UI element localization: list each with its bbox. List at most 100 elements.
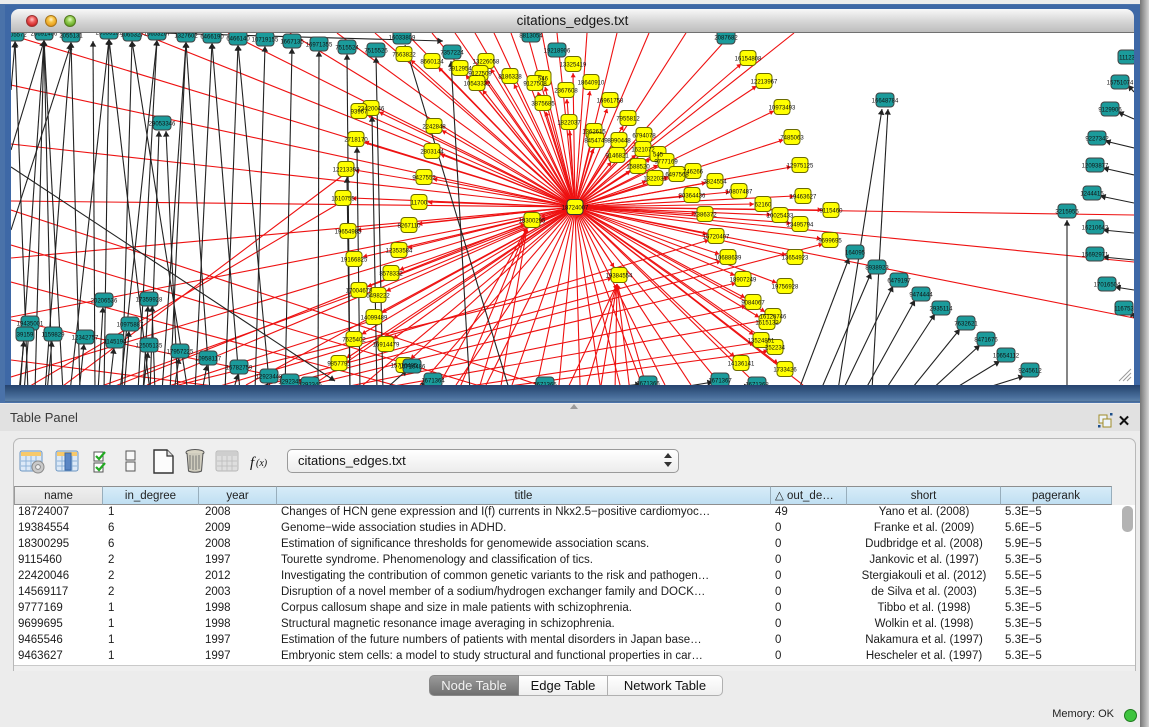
svg-text:8471676: 8471676 [974, 338, 998, 344]
svg-text:9245612: 9245612 [1018, 369, 1042, 375]
svg-text:2718170: 2718170 [344, 138, 368, 144]
svg-text:16033809: 16033809 [389, 36, 416, 42]
svg-text:10654112: 10654112 [993, 354, 1020, 360]
svg-text:252234: 252234 [765, 346, 786, 352]
svg-text:8186328: 8186328 [498, 75, 522, 81]
svg-text:12353584: 12353584 [386, 249, 413, 255]
svg-text:2367608: 2367608 [554, 89, 578, 95]
svg-text:2087682: 2087682 [714, 36, 738, 42]
svg-text:1671364: 1671364 [421, 379, 445, 385]
svg-text:1145194: 1145194 [104, 340, 128, 346]
svg-text:7955812: 7955812 [616, 117, 640, 123]
svg-text:11700: 11700 [411, 201, 428, 207]
svg-text:16782759: 16782759 [226, 366, 253, 372]
svg-text:6479197: 6479197 [887, 279, 911, 285]
svg-text:8660124: 8660124 [420, 60, 444, 66]
svg-text:2242848: 2242848 [422, 125, 446, 131]
svg-text:20364436: 20364436 [679, 194, 706, 200]
svg-text:9699695: 9699695 [818, 239, 842, 245]
svg-text:1610755: 1610755 [331, 197, 355, 203]
svg-text:9227342: 9227342 [1085, 137, 1109, 143]
svg-text:18640910: 18640910 [578, 81, 605, 87]
svg-text:164095: 164095 [845, 251, 866, 257]
svg-text:19654983: 19654983 [335, 230, 362, 236]
svg-text:19166825: 19166825 [341, 258, 368, 264]
svg-text:5498222: 5498222 [366, 294, 390, 300]
svg-text:20206536: 20206536 [91, 299, 118, 305]
svg-text:1733426: 1733426 [773, 368, 797, 374]
svg-text:1615132: 1615132 [755, 321, 779, 327]
svg-text:7632621: 7632621 [954, 322, 978, 328]
svg-text:93967: 93967 [351, 110, 368, 116]
svg-text:3215955: 3215955 [1055, 210, 1079, 216]
svg-text:14136141: 14136141 [728, 362, 755, 368]
svg-text:7485063: 7485063 [780, 136, 804, 142]
svg-text:9129906: 9129906 [1098, 108, 1122, 114]
svg-text:746266: 746266 [683, 170, 704, 176]
svg-text:9777169: 9777169 [654, 160, 678, 166]
svg-text:6794078: 6794078 [632, 134, 656, 140]
svg-text:116753: 116753 [1114, 307, 1134, 313]
svg-text:9427552: 9427552 [412, 176, 436, 182]
svg-text:9474444: 9474444 [909, 293, 933, 299]
svg-text:9857791: 9857791 [327, 362, 351, 368]
svg-text:7625402: 7625402 [342, 338, 366, 344]
svg-text:9127508: 9127508 [523, 82, 547, 88]
svg-text:15692971: 15692971 [1082, 253, 1109, 259]
svg-text:12975125: 12975125 [787, 164, 814, 170]
svg-text:8813054: 8813054 [519, 34, 543, 40]
svg-text:16971355: 16971355 [306, 43, 333, 49]
svg-text:2055131: 2055131 [59, 34, 83, 40]
svg-text:18724007: 18724007 [562, 206, 589, 212]
svg-text:16210643: 16210643 [1082, 226, 1109, 232]
svg-text:14099489: 14099489 [361, 316, 388, 322]
svg-text:1667135: 1667135 [280, 40, 304, 46]
svg-text:7386372: 7386372 [693, 213, 717, 219]
svg-text:16961758: 16961758 [597, 99, 624, 105]
svg-text:18907249: 18907249 [730, 278, 757, 284]
svg-text:3824554: 3824554 [703, 180, 727, 186]
svg-text:15716486: 15716486 [399, 365, 426, 371]
svg-text:10543332: 10543332 [464, 82, 491, 88]
svg-text:1588520: 1588520 [626, 165, 650, 171]
svg-text:6466190: 6466190 [200, 35, 224, 41]
svg-text:12213967: 12213967 [751, 80, 778, 86]
svg-text:13524851: 13524851 [748, 339, 775, 345]
svg-text:10975887: 10975887 [117, 323, 144, 329]
svg-text:12213393: 12213393 [333, 168, 360, 174]
svg-text:12505135: 12505135 [136, 344, 163, 350]
svg-text:20691406: 20691406 [31, 33, 58, 38]
svg-text:9084067: 9084067 [741, 301, 765, 307]
svg-text:1327602: 1327602 [174, 34, 198, 40]
svg-text:19463627: 19463627 [790, 195, 817, 201]
svg-text:9115460: 9115460 [820, 209, 844, 215]
svg-text:7663822: 7663822 [392, 53, 416, 59]
svg-text:3875685: 3875685 [531, 102, 555, 108]
svg-text:7515524: 7515524 [335, 46, 359, 52]
svg-text:29053346: 29053346 [149, 122, 176, 128]
svg-text:8267110: 8267110 [398, 224, 422, 230]
svg-text:7357224: 7357224 [440, 51, 464, 57]
svg-text:19218906: 19218906 [544, 49, 571, 55]
svg-text:(x): (x) [256, 458, 268, 469]
svg-text:545: 545 [653, 153, 664, 159]
svg-text:16154808: 16154808 [735, 57, 762, 63]
svg-text:8990448: 8990448 [607, 139, 631, 145]
svg-text:7515526: 7515526 [364, 49, 388, 55]
svg-text:10653267: 10653267 [144, 33, 171, 38]
svg-text:10973493: 10973493 [769, 106, 796, 112]
svg-text:8938923: 8938923 [865, 266, 889, 272]
svg-text:13654923: 13654923 [782, 256, 809, 262]
svg-text:16914479: 16914479 [373, 343, 400, 349]
svg-text:17957225: 17957225 [167, 350, 194, 356]
svg-text:1159829: 1159829 [42, 333, 66, 339]
svg-text:16648784: 16648784 [872, 99, 899, 105]
svg-text:18300295: 18300295 [519, 219, 546, 225]
svg-text:62160: 62160 [755, 203, 772, 209]
svg-text:19756928: 19756928 [772, 285, 799, 291]
svg-text:17016504: 17016504 [1094, 283, 1121, 289]
svg-text:10807487: 10807487 [726, 190, 753, 196]
svg-text:19384554: 19384554 [606, 274, 633, 280]
svg-text:17359928: 17359928 [136, 298, 163, 304]
svg-text:1822037: 1822037 [557, 121, 581, 127]
